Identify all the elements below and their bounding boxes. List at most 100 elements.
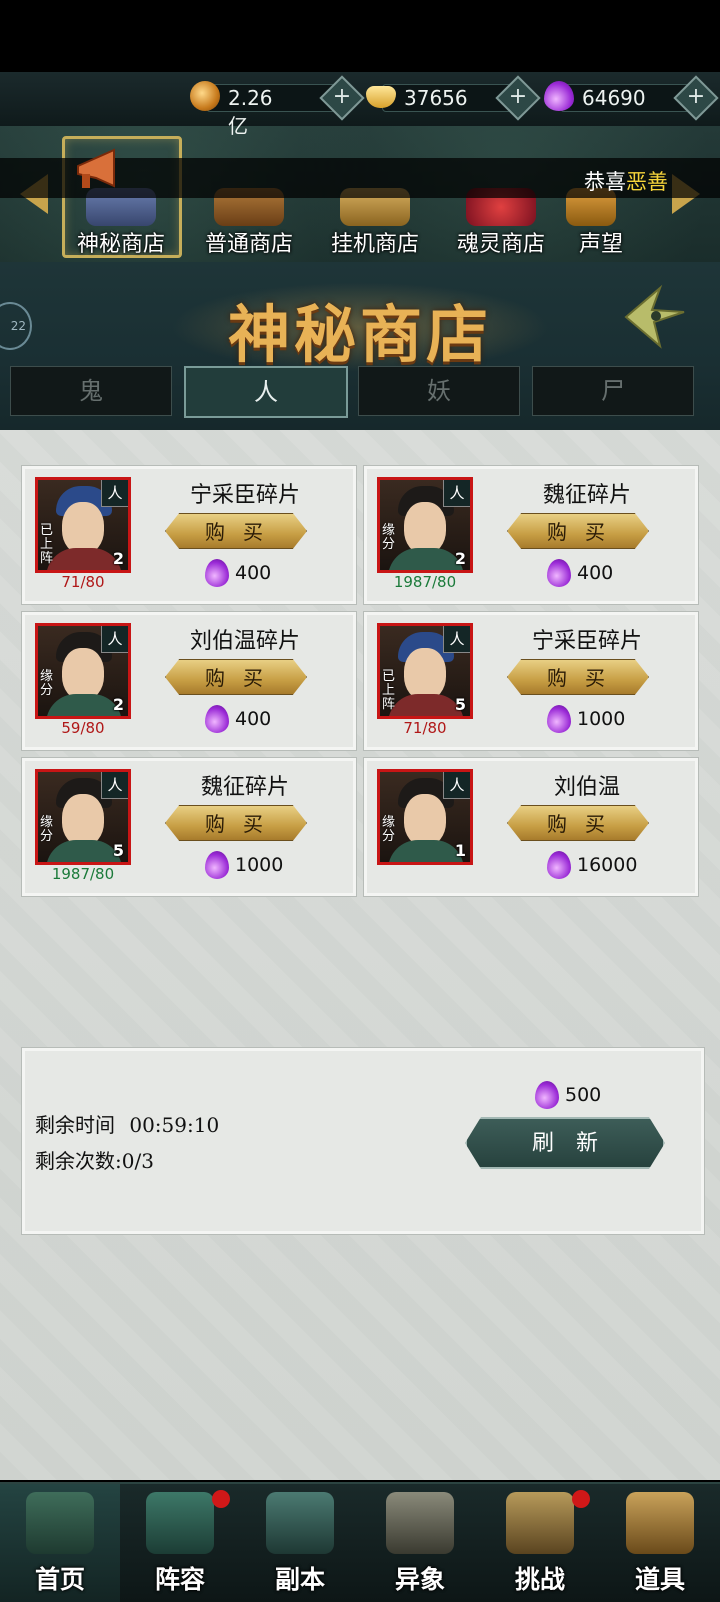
book-icon — [146, 1492, 214, 1554]
portrait-face — [62, 648, 104, 700]
nav-label: 副本 — [274, 1565, 325, 1594]
refresh-panel: 剩余时间 00:59:10 剩余次数:0/3 500 刷新 — [22, 1048, 704, 1234]
price-amount: 16000 — [577, 854, 638, 876]
item-count: 5 — [112, 841, 124, 860]
hero-portrait[interactable]: 人 缘分 1 — [377, 769, 473, 865]
tab-label: 声望 — [578, 232, 623, 257]
hero-status-tag: 缘分 — [382, 815, 396, 844]
hero-status-tag: 已上阵 — [40, 523, 54, 566]
notification-dot — [212, 1490, 230, 1508]
shop-item-card: 人 已上阵 5 71/80 宁采臣碎片 购买 1000 — [364, 612, 698, 750]
tab-label: 挂机商店 — [330, 232, 419, 257]
shop-item-card: 人 缘分 2 59/80 刘伯温碎片 购买 400 — [22, 612, 356, 750]
nav-phenomenon[interactable]: 异象 — [360, 1484, 480, 1602]
category-tab-ghost[interactable]: 鬼 — [10, 366, 172, 416]
portrait-face — [62, 794, 104, 846]
buy-button[interactable]: 购买 — [165, 513, 307, 549]
buy-button[interactable]: 购买 — [507, 659, 649, 695]
item-name: 宁采臣碎片 — [189, 483, 300, 508]
plus-icon: + — [686, 84, 706, 109]
nav-label: 道具 — [634, 1565, 685, 1594]
shop-item-card: 人 缘分 5 1987/80 魏征碎片 购买 1000 — [22, 758, 356, 896]
hero-portrait[interactable]: 人 缘分 2 — [377, 477, 473, 573]
item-name: 魏征碎片 — [542, 483, 631, 508]
refresh-button[interactable]: 刷新 — [465, 1117, 665, 1169]
price-amount: 400 — [235, 708, 272, 730]
nav-label: 首页 — [34, 1565, 85, 1594]
shop-item-list: 人 已上阵 2 71/80 宁采臣碎片 购买 400 人 缘分 2 1987/8… — [0, 430, 720, 1480]
soul-gem-icon — [535, 1081, 559, 1109]
add-gold-button[interactable]: + — [319, 75, 365, 121]
portrait-body — [388, 694, 464, 716]
hero-portrait[interactable]: 人 缘分 5 — [35, 769, 131, 865]
remaining-count: 剩余次数:0/3 — [35, 1149, 154, 1173]
gold-coin-icon — [190, 81, 220, 111]
bottom-nav: 首页 阵容 副本 异象 挑战 道具 — [0, 1482, 720, 1602]
portrait-body — [46, 840, 122, 862]
shop-item-card: 人 缘分 1 刘伯温 购买 16000 — [364, 758, 698, 896]
currency-bar: 2.26亿 + 37656 + 64690 + — [0, 72, 720, 138]
nav-items[interactable]: 道具 — [600, 1484, 720, 1602]
buy-button[interactable]: 购买 — [165, 805, 307, 841]
buy-button[interactable]: 购买 — [165, 659, 307, 695]
megaphone-icon — [77, 148, 115, 188]
hero-status-tag: 缘分 — [382, 523, 396, 552]
shop-item-card: 人 已上阵 2 71/80 宁采臣碎片 购买 400 — [22, 466, 356, 604]
category-tab-demon[interactable]: 妖 — [358, 366, 520, 416]
remaining-time: 剩余时间 00:59:10 — [35, 1109, 219, 1138]
item-name: 魏征碎片 — [200, 775, 289, 800]
portrait-face — [404, 794, 446, 846]
nav-label: 阵容 — [154, 1565, 205, 1594]
hero-status-tag: 缘分 — [40, 669, 54, 698]
portrait-body — [46, 548, 122, 570]
nav-home[interactable]: 首页 — [0, 1484, 120, 1602]
add-ingot-button[interactable]: + — [495, 75, 541, 121]
category-tab-human[interactable]: 人 — [184, 366, 348, 418]
plus-icon: + — [508, 84, 528, 109]
item-count: 1 — [454, 841, 466, 860]
buy-button[interactable]: 购买 — [507, 805, 649, 841]
hero-portrait[interactable]: 人 已上阵 2 — [35, 477, 131, 573]
price-amount: 1000 — [235, 854, 284, 876]
item-count: 2 — [112, 549, 124, 568]
eye-emblem-icon[interactable] — [620, 282, 690, 352]
pouch-icon — [626, 1492, 694, 1554]
item-name: 刘伯温碎片 — [189, 629, 300, 654]
price-amount: 400 — [235, 562, 272, 584]
soul-gem-icon — [205, 705, 229, 733]
portrait-body — [46, 694, 122, 716]
page-title: 神秘商店 — [227, 298, 492, 371]
portrait-face — [404, 648, 446, 700]
race-badge: 人 — [101, 626, 128, 653]
remaining-time-value: 00:59:10 — [129, 1113, 220, 1137]
add-soul-button[interactable]: + — [673, 75, 719, 121]
race-badge: 人 — [101, 480, 128, 507]
portrait-body — [388, 548, 464, 570]
fragment-progress: 71/80 — [61, 573, 105, 591]
shop-item-card: 人 缘分 2 1987/80 魏征碎片 购买 400 — [364, 466, 698, 604]
refresh-cost-amount: 500 — [565, 1084, 602, 1106]
soul-gem-icon — [547, 851, 571, 879]
race-badge: 人 — [443, 626, 470, 653]
fragment-progress: 1987/80 — [393, 573, 457, 591]
currency-value: 2.26亿 — [228, 86, 273, 138]
nav-dungeon[interactable]: 副本 — [240, 1484, 360, 1602]
crossed-swords-icon — [386, 1492, 454, 1554]
hero-status-tag: 已上阵 — [382, 669, 396, 712]
category-tab-corpse[interactable]: 尸 — [532, 366, 694, 416]
soul-gem-icon — [547, 705, 571, 733]
nav-lineup[interactable]: 阵容 — [120, 1484, 240, 1602]
sword-icon — [266, 1492, 334, 1554]
fragment-progress: 59/80 — [61, 719, 105, 737]
currency-value: 37656 — [404, 86, 468, 110]
soul-gem-icon — [544, 81, 574, 111]
hero-portrait[interactable]: 人 缘分 2 — [35, 623, 131, 719]
currency-value: 64690 — [582, 86, 646, 110]
shop-tabs-bar: 神秘商店 普通商店 挂机商店 魂灵商店 声望 恭喜恶善 — [0, 126, 720, 262]
nav-challenge[interactable]: 挑战 — [480, 1484, 600, 1602]
shop-banner: 22 神秘商店 鬼 人 妖 尸 — [0, 262, 720, 430]
race-badge: 人 — [443, 480, 470, 507]
soul-gem-icon — [205, 559, 229, 587]
hero-portrait[interactable]: 人 已上阵 5 — [377, 623, 473, 719]
buy-button[interactable]: 购买 — [507, 513, 649, 549]
